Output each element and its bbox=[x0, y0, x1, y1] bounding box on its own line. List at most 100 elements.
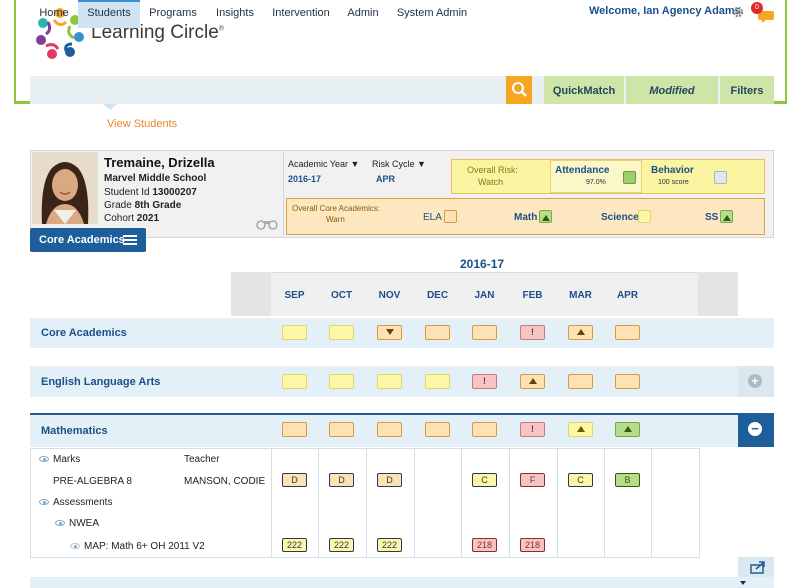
grade-badge[interactable]: D bbox=[377, 473, 402, 487]
status-cell[interactable] bbox=[425, 325, 450, 340]
column-divider bbox=[557, 448, 558, 558]
status-cell[interactable] bbox=[377, 374, 402, 389]
status-cell[interactable] bbox=[329, 422, 354, 437]
marks-row[interactable]: Marks bbox=[39, 454, 80, 465]
map-row[interactable]: MAP: Math 6+ OH 2011 V2 bbox=[70, 541, 205, 552]
quickmatch-button[interactable]: QuickMatch bbox=[544, 76, 624, 104]
status-cell[interactable] bbox=[329, 325, 354, 340]
marks-label: Marks bbox=[53, 454, 81, 465]
panel-divider bbox=[283, 152, 284, 236]
student-id: Student Id 13000207 bbox=[104, 187, 197, 198]
status-cell[interactable]: ! bbox=[520, 422, 545, 437]
grade-badge[interactable]: F bbox=[520, 473, 545, 487]
status-cell[interactable]: ! bbox=[520, 325, 545, 340]
status-cell[interactable] bbox=[615, 374, 640, 389]
expand-plus-icon[interactable]: + bbox=[748, 374, 762, 388]
month-mar: MAR bbox=[569, 290, 592, 301]
status-cell[interactable] bbox=[472, 325, 497, 340]
teacher-header: Teacher bbox=[184, 454, 220, 465]
section-title[interactable]: Mathematics bbox=[41, 425, 108, 437]
status-cell[interactable] bbox=[615, 325, 640, 340]
risk-cycle-dropdown[interactable]: Risk Cycle ▼ bbox=[372, 159, 426, 169]
notification-badge: 0 bbox=[751, 2, 763, 14]
grade-badge[interactable]: B bbox=[615, 473, 640, 487]
grade-badge[interactable]: C bbox=[568, 473, 593, 487]
grade-badge[interactable]: C bbox=[472, 473, 497, 487]
science-label: Science bbox=[601, 212, 639, 223]
section-title[interactable]: English Language Arts bbox=[41, 376, 160, 388]
eye-icon[interactable] bbox=[39, 456, 49, 463]
academic-year-dropdown[interactable]: Academic Year ▼ bbox=[288, 159, 359, 169]
assessments-row[interactable]: Assessments bbox=[39, 497, 112, 508]
chevron-down-icon[interactable] bbox=[740, 581, 746, 585]
nav-admin[interactable]: Admin bbox=[338, 0, 388, 28]
nav-intervention[interactable]: Intervention bbox=[264, 0, 338, 28]
core-academics-value: Warn bbox=[326, 215, 345, 224]
collapse-minus-icon[interactable]: − bbox=[748, 422, 762, 436]
status-cell[interactable] bbox=[282, 325, 307, 340]
attendance-label: Attendance bbox=[555, 165, 610, 176]
teacher-name: MANSON, CODIE bbox=[184, 476, 266, 487]
gear-icon[interactable] bbox=[732, 5, 744, 18]
eye-icon[interactable] bbox=[55, 520, 65, 527]
grade-badge[interactable]: D bbox=[329, 473, 354, 487]
status-cell[interactable] bbox=[329, 374, 354, 389]
status-cell[interactable] bbox=[568, 422, 593, 437]
attendance-status-tag bbox=[623, 171, 636, 184]
section-title[interactable]: Core Academics bbox=[41, 327, 127, 339]
status-cell[interactable]: ! bbox=[472, 374, 497, 389]
status-cell[interactable] bbox=[615, 422, 640, 437]
student-name: Tremaine, Drizella bbox=[104, 155, 215, 170]
hamburger-icon[interactable] bbox=[123, 235, 137, 245]
ss-label: SS bbox=[705, 212, 719, 223]
status-cell[interactable] bbox=[282, 374, 307, 389]
status-cell[interactable] bbox=[472, 422, 497, 437]
course-name: PRE-ALGEBRA 8 bbox=[53, 476, 132, 487]
nav-students[interactable]: Students bbox=[78, 0, 140, 28]
bottom-row bbox=[30, 577, 774, 588]
academic-year-value: 2016-17 bbox=[288, 174, 322, 184]
eye-icon[interactable] bbox=[70, 543, 80, 550]
filters-button[interactable]: Filters bbox=[720, 76, 774, 104]
map-score-badge[interactable]: 222 bbox=[329, 538, 354, 552]
status-cell[interactable] bbox=[568, 325, 593, 340]
assessments-label: Assessments bbox=[53, 497, 113, 508]
binoculars-icon[interactable] bbox=[255, 216, 279, 230]
modified-button[interactable]: Modified bbox=[626, 76, 718, 104]
status-cell[interactable] bbox=[377, 325, 402, 340]
section-mathematics bbox=[30, 415, 774, 447]
status-cell[interactable] bbox=[377, 422, 402, 437]
nav-insights[interactable]: Insights bbox=[206, 0, 264, 28]
nav-system-admin[interactable]: System Admin bbox=[388, 0, 476, 28]
status-cell[interactable] bbox=[425, 374, 450, 389]
column-divider bbox=[366, 448, 367, 558]
status-cell[interactable] bbox=[568, 374, 593, 389]
nwea-row[interactable]: NWEA bbox=[55, 518, 99, 529]
core-academics-tab[interactable]: Core Academics bbox=[30, 228, 146, 252]
subnav-view-students[interactable]: View Students bbox=[107, 118, 177, 130]
month-header-right bbox=[698, 272, 738, 316]
column-divider bbox=[318, 448, 319, 558]
column-divider bbox=[604, 448, 605, 558]
welcome-text: Welcome, Ian Agency Adams bbox=[589, 5, 741, 17]
nav-programs[interactable]: Programs bbox=[140, 0, 206, 28]
column-divider bbox=[414, 448, 415, 558]
status-cell[interactable] bbox=[425, 422, 450, 437]
map-score-badge[interactable]: 218 bbox=[520, 538, 545, 552]
eye-icon[interactable] bbox=[39, 499, 49, 506]
page: Learning Circle® Welcome, Ian Agency Ada… bbox=[0, 0, 800, 588]
search-button[interactable] bbox=[506, 76, 532, 104]
map-score-badge[interactable]: 218 bbox=[472, 538, 497, 552]
map-score-badge[interactable]: 222 bbox=[377, 538, 402, 552]
overall-risk-label: Overall Risk: bbox=[467, 165, 519, 175]
share-icon[interactable] bbox=[750, 560, 766, 574]
map-score-badge[interactable]: 222 bbox=[282, 538, 307, 552]
month-header-left bbox=[231, 272, 271, 316]
status-cell[interactable] bbox=[520, 374, 545, 389]
math-label: Math bbox=[514, 212, 538, 223]
grade-badge[interactable]: D bbox=[282, 473, 307, 487]
month-oct: OCT bbox=[330, 290, 353, 301]
ss-tag bbox=[720, 210, 733, 223]
status-cell[interactable] bbox=[282, 422, 307, 437]
nav-home[interactable]: Home bbox=[30, 0, 78, 28]
